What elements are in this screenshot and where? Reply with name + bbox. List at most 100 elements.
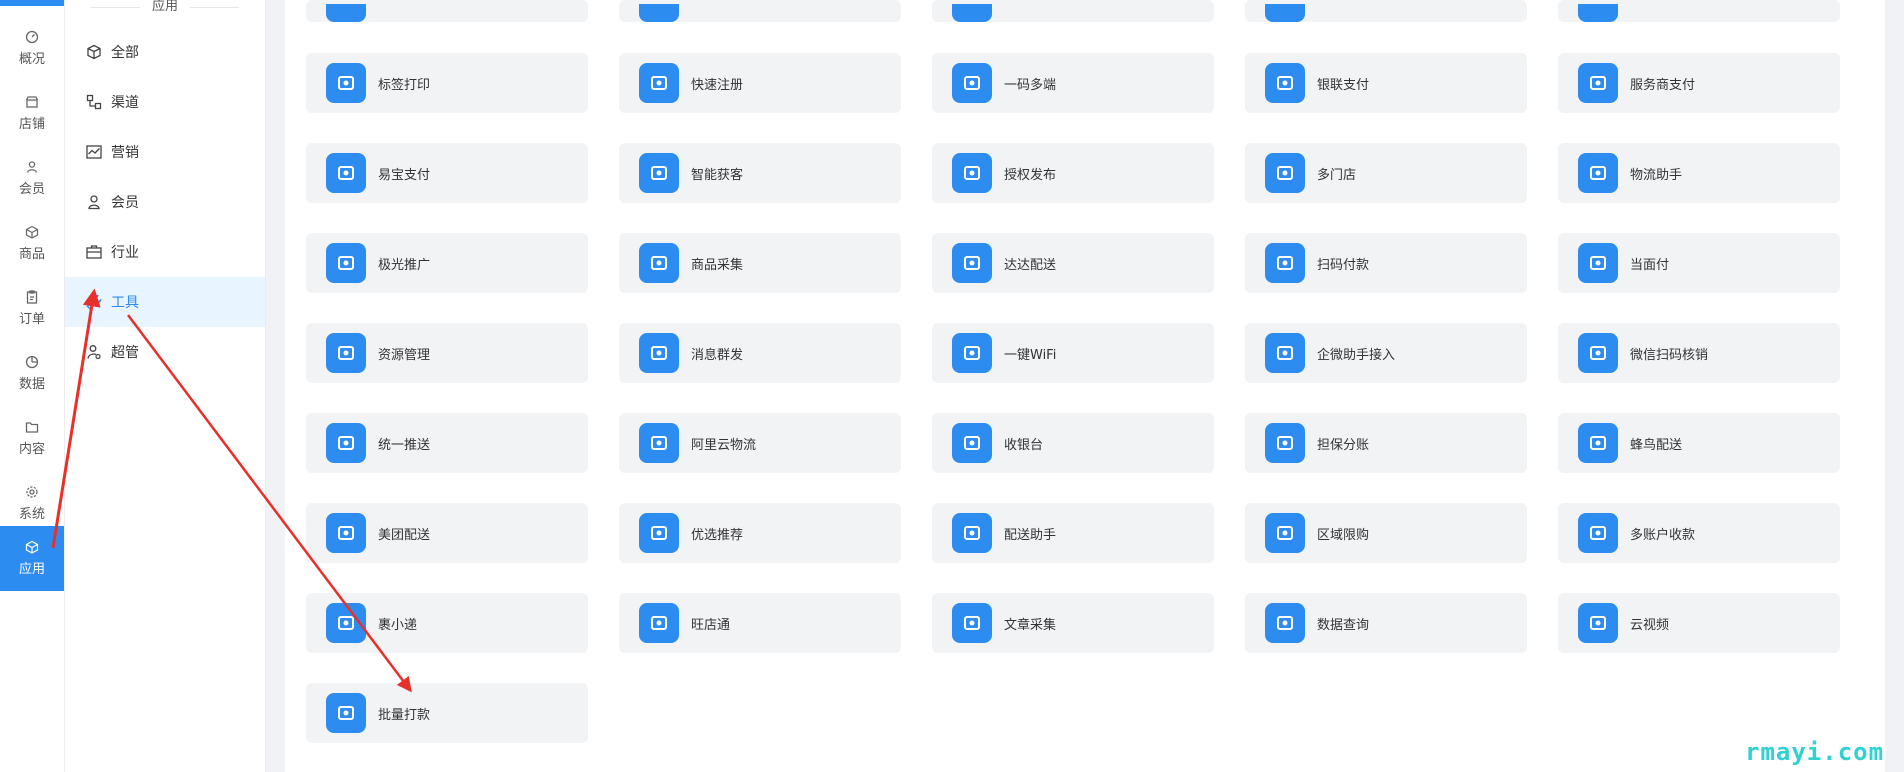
app-card-label: 智能获客 — [691, 164, 743, 183]
rail-item-goods[interactable]: 商品 — [0, 211, 64, 275]
dashboard-icon — [25, 30, 39, 44]
app-card[interactable]: 一码多端 — [932, 53, 1214, 113]
folder-icon — [1265, 333, 1305, 373]
menu-item-label: 全部 — [111, 42, 139, 62]
app-card[interactable]: 优选推荐 — [619, 503, 901, 563]
rail-item-label: 内容 — [19, 438, 45, 457]
app-card-partial[interactable] — [1245, 0, 1527, 22]
app-card-label: 配送助手 — [1004, 524, 1056, 543]
menu-item-label: 会员 — [111, 192, 139, 212]
settings-icon — [25, 485, 39, 499]
rail-item-apps[interactable]: 应用 — [0, 526, 64, 591]
app-card-label: 商品采集 — [691, 254, 743, 273]
app-card[interactable]: 授权发布 — [932, 143, 1214, 203]
app-card-label: 蜂鸟配送 — [1630, 434, 1682, 453]
app-card[interactable]: 扫码付款 — [1245, 233, 1527, 293]
app-card[interactable]: 文章采集 — [932, 593, 1214, 653]
app-card[interactable]: 物流助手 — [1558, 143, 1840, 203]
rail-item-member[interactable]: 会员 — [0, 146, 64, 210]
app-card[interactable]: 收银台 — [932, 413, 1214, 473]
menu-item-super-admin[interactable]: 超管 — [65, 327, 265, 377]
chart-icon — [85, 143, 103, 161]
app-card[interactable]: 裹小递 — [306, 593, 588, 653]
app-card-partial[interactable] — [1558, 0, 1840, 22]
truck-icon — [952, 243, 992, 283]
app-card-label: 物流助手 — [1630, 164, 1682, 183]
printer-icon — [326, 63, 366, 103]
app-card[interactable]: 阿里云物流 — [619, 413, 901, 473]
rail-item-order[interactable]: 订单 — [0, 276, 64, 340]
rail-item-content[interactable]: 内容 — [0, 406, 64, 470]
app-card-partial[interactable] — [932, 0, 1214, 22]
app-card-label: 微信扫码核销 — [1630, 344, 1708, 363]
menu-item-industry[interactable]: 行业 — [65, 227, 265, 277]
cashier-icon — [952, 423, 992, 463]
app-card[interactable]: 统一推送 — [306, 413, 588, 473]
app-card-label: 授权发布 — [1004, 164, 1056, 183]
yen-icon — [1265, 423, 1305, 463]
app-card[interactable]: 云视频 — [1558, 593, 1840, 653]
app-card[interactable]: 商品采集 — [619, 233, 901, 293]
app-card[interactable]: 资源管理 — [306, 323, 588, 383]
scan-wechat-icon — [1578, 333, 1618, 373]
app-card[interactable]: 消息群发 — [619, 323, 901, 383]
app-card[interactable]: 多账户收款 — [1558, 503, 1840, 563]
store-icon — [1265, 153, 1305, 193]
app-card[interactable]: 美团配送 — [306, 503, 588, 563]
app-card[interactable]: 区域限购 — [1245, 503, 1527, 563]
app-card-partial[interactable] — [619, 0, 901, 22]
partial-app-icon — [326, 4, 366, 22]
app-card[interactable]: 微信扫码核销 — [1558, 323, 1840, 383]
app-card[interactable]: 智能获客 — [619, 143, 901, 203]
app-card[interactable]: 旺店通 — [619, 593, 901, 653]
partial-app-icon — [952, 4, 992, 22]
app-card[interactable]: 银联支付 — [1245, 53, 1527, 113]
menu-item-label: 营销 — [111, 142, 139, 162]
app-card[interactable]: 快速注册 — [619, 53, 901, 113]
users-icon — [639, 153, 679, 193]
briefcase-icon — [85, 243, 103, 261]
app-card-label: 统一推送 — [378, 434, 430, 453]
app-card[interactable]: 担保分账 — [1245, 413, 1527, 473]
app-card-label: 阿里云物流 — [691, 434, 756, 453]
rail-item-label: 订单 — [19, 308, 45, 327]
rail-item-data[interactable]: 数据 — [0, 341, 64, 405]
article-icon — [952, 603, 992, 643]
app-card-label: 一码多端 — [1004, 74, 1056, 93]
watermark: rmayi.com — [1745, 738, 1884, 766]
channel-icon — [85, 93, 103, 111]
menu-item-channel[interactable]: 渠道 — [65, 77, 265, 127]
admin-icon — [85, 343, 103, 361]
app-card-label: 区域限购 — [1317, 524, 1369, 543]
app-card[interactable]: 批量打款 — [306, 683, 588, 743]
user-search-icon — [1265, 603, 1305, 643]
menu-item-tools[interactable]: 工具 — [65, 277, 265, 327]
app-card-partial[interactable] — [306, 0, 588, 22]
app-card[interactable]: 当面付 — [1558, 233, 1840, 293]
app-card[interactable]: 达达配送 — [932, 233, 1214, 293]
app-card[interactable]: 配送助手 — [932, 503, 1214, 563]
barcode-icon — [1265, 243, 1305, 283]
app-card-label: 批量打款 — [378, 704, 430, 723]
app-card[interactable]: 蜂鸟配送 — [1558, 413, 1840, 473]
app-card[interactable]: 多门店 — [1245, 143, 1527, 203]
rail-item-shop[interactable]: 店铺 — [0, 81, 64, 145]
card-icon — [1265, 63, 1305, 103]
app-card[interactable]: 数据查询 — [1245, 593, 1527, 653]
partial-app-icon — [639, 4, 679, 22]
app-card[interactable]: 易宝支付 — [306, 143, 588, 203]
app-card-label: 企微助手接入 — [1317, 344, 1395, 363]
app-card[interactable]: 服务商支付 — [1558, 53, 1840, 113]
menu-item-marketing[interactable]: 营销 — [65, 127, 265, 177]
app-card[interactable]: 标签打印 — [306, 53, 588, 113]
app-card[interactable]: 企微助手接入 — [1245, 323, 1527, 383]
monitor-icon — [952, 513, 992, 553]
app-card[interactable]: 一键WiFi — [932, 323, 1214, 383]
rail-item-overview[interactable]: 概况 — [0, 16, 64, 80]
meituan-icon — [326, 513, 366, 553]
menu-item-member[interactable]: 会员 — [65, 177, 265, 227]
app-card[interactable]: 极光推广 — [306, 233, 588, 293]
menu-item-all[interactable]: 全部 — [65, 27, 265, 77]
app-card-label: 达达配送 — [1004, 254, 1056, 273]
menu-item-label: 行业 — [111, 242, 139, 262]
